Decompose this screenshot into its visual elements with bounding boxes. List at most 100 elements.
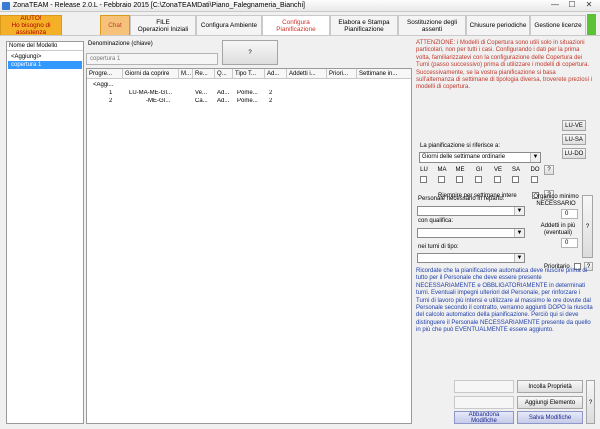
day-label-ve: VE — [493, 167, 502, 173]
grid-cell: 1 — [109, 90, 113, 96]
personale-help-button[interactable]: ? — [582, 195, 593, 258]
day-checkbox-ma[interactable] — [438, 176, 445, 183]
tab-chiusure-periodiche[interactable]: Chiusure periodiche — [466, 15, 530, 35]
tab-help-line1: AIUTO! — [20, 15, 42, 22]
grid-header-tipo-turno[interactable]: Tipo T... — [233, 69, 265, 79]
day-label-do: DO — [530, 167, 540, 173]
model-list-item-add[interactable]: <Aggiungi> — [8, 53, 82, 61]
tab-gestione-licenze[interactable]: Gestione licenze — [530, 15, 586, 35]
minimize-button[interactable]: — — [548, 1, 562, 10]
grid-header-priorita[interactable]: Priori... — [327, 69, 357, 79]
incolla-proprieta-button[interactable]: Incolla Proprietà — [517, 380, 583, 393]
denominazione-input[interactable]: copertura 1 — [86, 53, 218, 65]
grid-header-progressivo[interactable]: Progre... — [87, 69, 123, 79]
model-list-header: Nome del Modello — [7, 42, 83, 51]
day-checkbox-ve[interactable] — [494, 176, 501, 183]
close-button[interactable]: ✕ — [582, 1, 596, 10]
grid-cell: Ve... — [195, 90, 208, 96]
day-checkbox-gi[interactable] — [475, 176, 482, 183]
aggiungi-elemento-button[interactable]: Aggiungi Elemento — [517, 396, 583, 409]
grid-cell: Ca... — [195, 98, 208, 104]
tab-file-line1: FILE — [156, 18, 170, 26]
grid-header-addetti-in-piu[interactable]: Addetti i... — [287, 69, 327, 79]
grid-header-settimane[interactable]: Settimane in... — [357, 69, 411, 79]
tab-configura-pianificazione[interactable]: Configura Pianificazione — [262, 15, 330, 35]
title-bar: ZonaTEAM - Release 2.0.L - Febbraio 2015… — [0, 0, 600, 12]
tab-sostituzione-assenti-line2: assenti — [421, 25, 443, 33]
qualifica-label: con qualifica: — [418, 218, 454, 224]
addetti-label: Addetti in più (eventuali) — [540, 223, 576, 236]
actions-help-button[interactable]: ? — [586, 380, 595, 424]
settimane-help-button[interactable]: ? — [544, 165, 554, 175]
tab-help[interactable]: AIUTO! Ho bisogno di assistenza — [0, 15, 62, 36]
chevron-down-icon: ▼ — [514, 207, 524, 215]
grid-cell: Ad... — [217, 98, 230, 104]
abbandona-modifiche-button[interactable]: Abbandona Modifiche — [454, 411, 514, 424]
tab-configura-ambiente[interactable]: Configura Ambiente — [196, 15, 262, 35]
info-text: Ricordate che la pianificazione automati… — [416, 268, 593, 334]
day-label-sa: SA — [511, 167, 520, 173]
tab-gestione-licenze-label: Gestione licenze — [534, 22, 582, 29]
maximize-button[interactable]: ☐ — [565, 1, 579, 10]
turni-select[interactable]: ▼ — [417, 253, 525, 263]
settimane-select[interactable]: Giorni delle settimane ordinarie ▼ — [419, 152, 541, 163]
tab-chiusure-periodiche-label: Chiusure periodiche — [469, 22, 527, 29]
tab-elabora-stampa[interactable]: Elabora e Stampa Pianificazione — [330, 15, 398, 35]
tab-divider — [0, 35, 600, 36]
grid-cell: 2 — [269, 90, 273, 96]
empty-action-slot — [454, 396, 514, 409]
app-icon — [2, 2, 10, 10]
lu-do-button[interactable]: LU-DO — [562, 148, 586, 159]
model-list[interactable]: Nome del Modello <Aggiungi> copertura 1 — [6, 41, 84, 424]
model-list-item-copertura-1[interactable]: copertura 1 — [8, 61, 82, 69]
empty-action-slot — [454, 380, 514, 393]
tab-chat[interactable]: Chat — [100, 15, 130, 35]
organico-input[interactable]: 0 — [561, 209, 578, 219]
day-checkbox-lu[interactable] — [420, 176, 427, 183]
addetti-input[interactable]: 0 — [561, 238, 578, 248]
settimane-select-value: Giorni delle settimane ordinarie — [422, 154, 506, 160]
tab-sostituzione-assenti[interactable]: Sostituzione degli assenti — [398, 15, 466, 35]
tab-elabora-stampa-line1: Elabora e Stampa — [338, 18, 390, 26]
grid-cell: LU-MA-ME-GI... — [129, 90, 172, 96]
salva-modifiche-button[interactable]: Salva Modifiche — [517, 411, 583, 424]
tab-sostituzione-assenti-line1: Sostituzione degli — [406, 18, 458, 26]
tab-file-line2: Operazioni Iniziali — [137, 25, 189, 33]
grid-header-addetti[interactable]: Ad... — [265, 69, 287, 79]
grid-header-reparto[interactable]: Re... — [193, 69, 215, 79]
chevron-down-icon: ▼ — [530, 153, 540, 162]
day-checkbox-sa[interactable] — [512, 176, 519, 183]
denominazione-label: Denominazione (chiave) — [88, 41, 153, 47]
day-label-gi: GI — [475, 167, 483, 173]
settimane-label: La pianificazione si riferisce a: — [420, 143, 501, 149]
chevron-down-icon: ▼ — [514, 254, 524, 262]
day-label-lu: LU — [420, 167, 428, 173]
tab-configura-pianificazione-line2: Pianificazione — [276, 25, 316, 33]
status-indicator — [587, 14, 596, 35]
grid-cell: 2 — [269, 98, 273, 104]
grid-header-m[interactable]: M... — [179, 69, 193, 79]
grid-header-giorni[interactable]: Giorni da coprire — [123, 69, 179, 79]
denominazione-help-button[interactable]: ? — [222, 40, 278, 65]
tab-chat-label: Chat — [108, 22, 122, 29]
qualifica-select[interactable]: ▼ — [417, 228, 525, 238]
tab-configura-pianificazione-line1: Configura — [282, 18, 310, 26]
day-checkbox-do[interactable] — [531, 176, 538, 183]
day-checkbox-me[interactable] — [456, 176, 463, 183]
chevron-down-icon: ▼ — [514, 229, 524, 237]
grid-cell: -ME-GI... — [146, 98, 171, 104]
day-label-me: ME — [455, 167, 465, 173]
reparto-select[interactable]: ▼ — [417, 206, 525, 216]
grid-cell: Ad... — [217, 90, 230, 96]
reparto-label: Personale necessario in reparto: — [418, 196, 505, 202]
coverage-grid[interactable]: Progre... Giorni da coprire M... Re... Q… — [86, 68, 412, 424]
grid-cell: Pome... — [237, 90, 258, 96]
grid-add-row[interactable]: <Aggi... — [93, 82, 133, 89]
lu-sa-button[interactable]: LU-SA — [562, 134, 586, 145]
grid-header-qualifica[interactable]: Q... — [215, 69, 233, 79]
grid-cell: 2 — [109, 98, 113, 104]
tab-help-line2: Ho bisogno di assistenza — [11, 22, 51, 36]
tab-file[interactable]: FILE Operazioni Iniziali — [130, 15, 196, 35]
lu-ve-button[interactable]: LU-VE — [562, 120, 586, 131]
tab-elabora-stampa-line2: Pianificazione — [344, 25, 384, 33]
